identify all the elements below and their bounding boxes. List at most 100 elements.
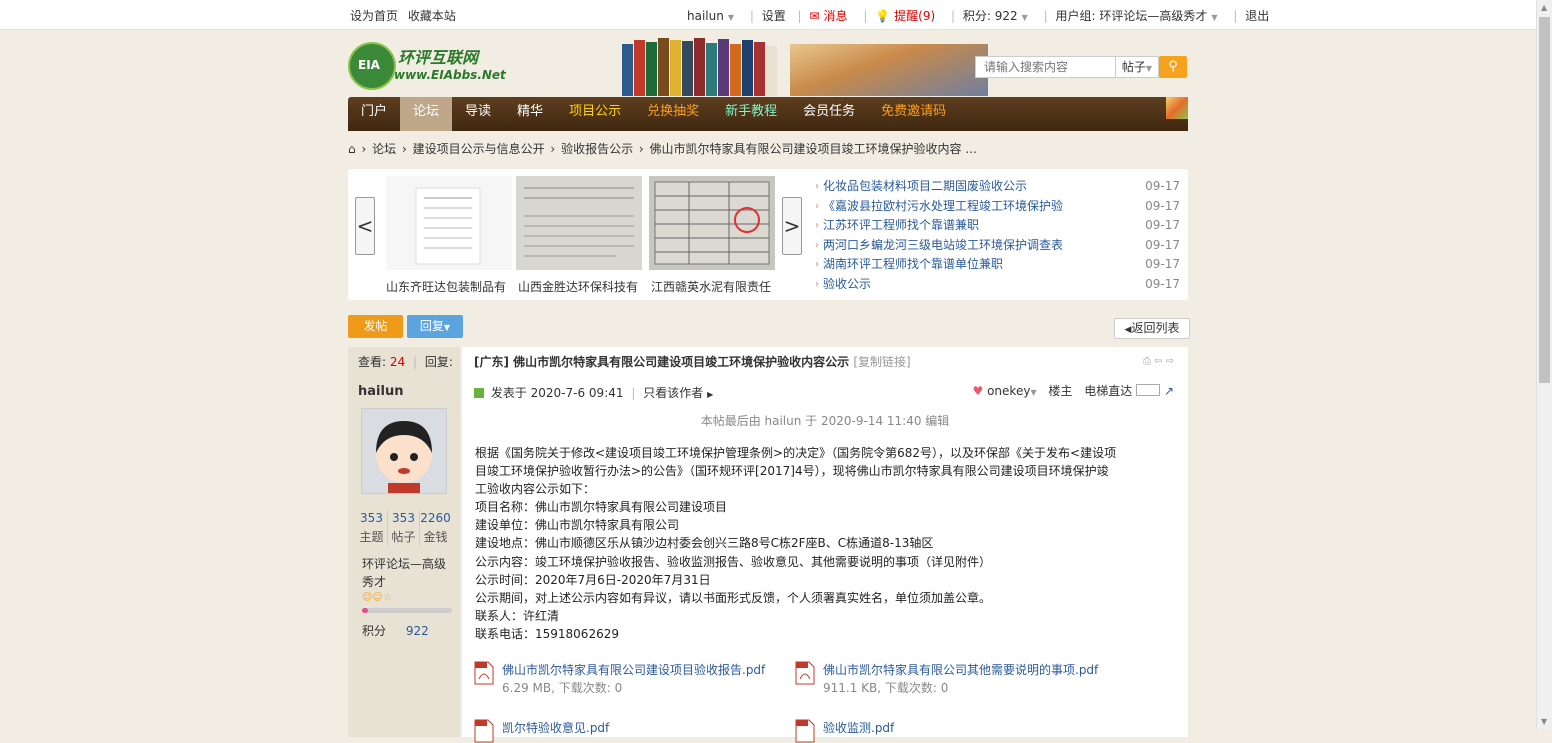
scroll-down-icon[interactable]: ▼: [1541, 717, 1547, 726]
nav-item-project-notice[interactable]: 项目公示: [556, 97, 634, 131]
divider: |: [749, 9, 754, 23]
attachment-name[interactable]: 佛山市凯尔特家具有限公司建设项目验收报告.pdf: [502, 661, 765, 678]
search-bar: 帖子▼ ⚲: [975, 56, 1187, 78]
attachment-name[interactable]: 凯尔特验收意见.pdf: [502, 719, 609, 736]
points-value[interactable]: 922: [406, 624, 429, 638]
news-title[interactable]: 验收公示: [823, 275, 871, 295]
set-home-link[interactable]: 设为首页: [350, 9, 398, 23]
breadcrumb-category[interactable]: 建设项目公示与信息公开: [413, 142, 545, 156]
nav-item-forum[interactable]: 论坛: [400, 97, 453, 131]
news-title[interactable]: 《嘉波县拉欧村污水处理工程竣工环境保护验: [823, 197, 1063, 217]
list-item[interactable]: › 两河口乡蝙龙河三级电站竣工环境保护调查表 09-17: [815, 236, 1188, 256]
news-title[interactable]: 两河口乡蝙龙河三级电站竣工环境保护调查表: [823, 236, 1063, 256]
thumbnail-image[interactable]: [649, 176, 775, 270]
book-icon: [658, 38, 669, 96]
new-post-button[interactable]: 发帖: [348, 315, 403, 338]
nav-item-portal[interactable]: 门户: [348, 97, 400, 131]
jump-floor-input[interactable]: [1136, 384, 1161, 396]
book-icon: [754, 42, 765, 96]
stat-posts[interactable]: 353 帖子: [388, 511, 420, 545]
author-stats: 353 主题 353 帖子 2260 金钱: [356, 511, 456, 545]
search-input[interactable]: [982, 57, 1116, 77]
slider-prev-button[interactable]: <: [355, 197, 375, 255]
reminders-link[interactable]: 💡 提醒(9): [875, 9, 939, 23]
site-logo[interactable]: EIA 环评互联网 www.EIAbbs.Net: [348, 40, 506, 90]
list-item[interactable]: › 验收公示 09-17: [815, 275, 1188, 295]
points-label: 积分: 922: [962, 9, 1018, 23]
username: hailun: [687, 9, 724, 23]
thumbnail-caption[interactable]: 山东齐旺达包装制品有: [386, 278, 512, 295]
points-menu[interactable]: 积分: 922 ▼: [963, 9, 1032, 23]
stat-money[interactable]: 2260 金钱: [420, 511, 451, 545]
home-icon[interactable]: ⌂: [348, 142, 356, 156]
breadcrumb-subcategory[interactable]: 验收报告公示: [561, 142, 633, 156]
divider: |: [1043, 9, 1048, 23]
author-group[interactable]: 环评论坛—高级秀才: [362, 555, 454, 591]
list-item[interactable]: › 化妆品包装材料项目二期固废验收公示 09-17: [815, 177, 1188, 197]
breadcrumb-forum[interactable]: 论坛: [372, 142, 396, 156]
copy-link-button[interactable]: [复制链接]: [853, 355, 910, 369]
search-button[interactable]: ⚲: [1159, 56, 1187, 78]
attachment-name[interactable]: 验收监测.pdf: [823, 719, 894, 736]
print-icon[interactable]: ⎙: [1143, 356, 1151, 367]
author-points: 积分 922: [362, 622, 429, 639]
next-thread-icon[interactable]: ⇨: [1166, 356, 1174, 367]
breadcrumb: ⌂ › 论坛 › 建设项目公示与信息公开 › 验收报告公示 › 佛山市凯尔特家具…: [348, 140, 1188, 158]
usergroup-menu[interactable]: 用户组: 环评论坛—高级秀才 ▼: [1055, 9, 1221, 23]
content-line: 公示期间，对上述公示内容如有异议，请以书面形式反馈，个人须署真实姓名，单位须加盖…: [475, 590, 992, 605]
scrollbar[interactable]: ▲ ▼: [1536, 0, 1552, 729]
author-name[interactable]: hailun: [358, 384, 403, 399]
bullet-icon: ›: [815, 220, 819, 232]
back-to-list-button[interactable]: ◀返回列表: [1114, 318, 1190, 339]
content-line: 建设单位：佛山市凯尔特家具有限公司: [475, 518, 680, 533]
list-item[interactable]: › 湖南环评工程师找个靠谱单位兼职 09-17: [815, 255, 1188, 275]
list-item[interactable]: › 《嘉波县拉欧村污水处理工程竣工环境保护验 09-17: [815, 197, 1188, 217]
content-line: 工验收内容公示如下：: [475, 482, 596, 497]
pdf-file-icon: [795, 661, 815, 685]
nav-item-digest[interactable]: 精华: [504, 97, 556, 131]
mail-icon: ✉: [809, 9, 820, 23]
news-title[interactable]: 湖南环评工程师找个靠谱单位兼职: [823, 255, 1003, 275]
onekey-menu[interactable]: onekey: [987, 384, 1030, 398]
attachment-name[interactable]: 佛山市凯尔特家具有限公司其他需要说明的事项.pdf: [823, 661, 1098, 678]
top-bar: 设为首页 收藏本站 hailun ▼ | 设置 | ✉ 消息 | 💡 提醒(9) | …: [0, 0, 1536, 30]
search-scope-select[interactable]: 帖子▼: [1115, 56, 1159, 78]
news-title[interactable]: 化妆品包装材料项目二期固废验收公示: [823, 177, 1027, 197]
floor-label: 楼主: [1048, 384, 1073, 398]
reply-button[interactable]: 回复▼: [407, 315, 463, 338]
bookmark-link[interactable]: 收藏本站: [408, 9, 456, 23]
avatar[interactable]: [361, 408, 447, 494]
content-line: 联系电话：15918062629: [475, 626, 619, 641]
views-label: 查看:: [358, 355, 387, 369]
nav-item-guide[interactable]: 导读: [452, 97, 504, 131]
slider-next-button[interactable]: >: [782, 197, 802, 255]
thumbnail-image[interactable]: [516, 176, 642, 270]
pdf-file-icon: [474, 661, 494, 685]
only-author-link[interactable]: 只看该作者: [643, 386, 703, 400]
messages-label: 消息: [823, 9, 848, 23]
prev-thread-icon[interactable]: ⇦: [1154, 356, 1162, 367]
nav-item-tasks[interactable]: 会员任务: [790, 97, 868, 131]
nav-item-invite[interactable]: 免费邀请码: [868, 97, 959, 131]
username-menu[interactable]: hailun ▼: [687, 9, 738, 23]
stat-topics[interactable]: 353 主题: [356, 511, 388, 545]
nav-item-lottery[interactable]: 兑换抽奖: [634, 97, 712, 131]
go-icon[interactable]: ↗: [1164, 384, 1174, 398]
news-title[interactable]: 江苏环评工程师找个靠谱兼职: [823, 216, 979, 236]
breadcrumb-sep: ›: [401, 142, 407, 156]
chevron-down-icon: ▼: [443, 323, 451, 332]
stat-label: 帖子: [391, 530, 416, 544]
scrollbar-thumb[interactable]: [1539, 17, 1550, 383]
list-item[interactable]: › 江苏环评工程师找个靠谱兼职 09-17: [815, 216, 1188, 236]
scroll-up-icon[interactable]: ▲: [1541, 3, 1547, 12]
theme-corner-icon[interactable]: [1166, 97, 1188, 119]
online-status-icon: [474, 388, 484, 398]
nav-item-tutorial[interactable]: 新手教程: [712, 97, 790, 131]
thumbnail-image[interactable]: [386, 176, 512, 270]
thumbnail-caption[interactable]: 山西金胜达环保科技有: [518, 278, 644, 295]
thumbnail-caption[interactable]: 江西赣英水泥有限责任: [651, 278, 777, 295]
settings-link[interactable]: 设置: [762, 9, 786, 23]
messages-link[interactable]: ✉ 消息: [809, 9, 851, 23]
featured-slider: < 山东齐旺达包装制品有 山西金胜达环保科技有 江西赣英水泥有限责任 > › 化…: [348, 169, 1188, 300]
logout-link[interactable]: 退出: [1245, 9, 1269, 23]
